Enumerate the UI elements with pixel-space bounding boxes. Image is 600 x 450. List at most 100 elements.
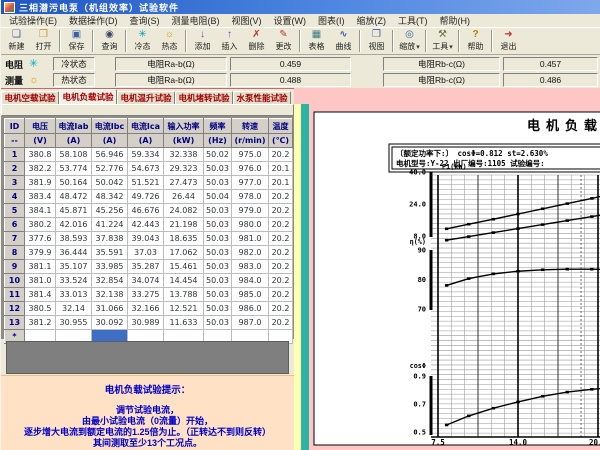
toolbar-button-modify-pencil[interactable]: ✎更改 (270, 29, 297, 54)
table-cell[interactable]: 11.633 (164, 316, 204, 330)
menu-item-3[interactable]: 查询(S) (124, 14, 166, 27)
tab-1[interactable]: 电机空载试验 (1, 91, 59, 105)
table-cell[interactable]: 976.0 (232, 162, 269, 176)
table-cell[interactable]: 12.521 (164, 302, 204, 316)
menu-item-2[interactable]: 数据操作(D) (63, 14, 124, 27)
table-cell[interactable]: 50.164 (56, 176, 92, 190)
table-cell[interactable]: 33.985 (92, 260, 128, 274)
table-cell[interactable]: 27.473 (164, 176, 204, 190)
toolbar-button-tools-hammer[interactable]: ⚒工具▾ (429, 29, 456, 54)
toolbar-button-view-window[interactable]: ❐视图 (363, 29, 390, 54)
toolbar-button-save-disk[interactable]: ▣保存 (63, 29, 90, 54)
table-cell[interactable]: 381.0 (25, 274, 56, 288)
table-cell[interactable]: 20.2 (269, 288, 293, 302)
table-cell[interactable]: 24.082 (164, 204, 204, 218)
table-cell[interactable]: 17.062 (164, 246, 204, 260)
table-cell[interactable]: 20.2 (269, 218, 293, 232)
table-cell[interactable]: 45.871 (56, 204, 92, 218)
table-cell[interactable]: 984.0 (232, 274, 269, 288)
dropdown-arrow-icon[interactable]: ▾ (416, 43, 420, 51)
table-cell[interactable]: 32.166 (128, 302, 164, 316)
table-cell[interactable]: 381.4 (25, 288, 56, 302)
table-cell[interactable]: 987.0 (232, 316, 269, 330)
table-cell[interactable]: 979.0 (232, 204, 269, 218)
table-cell[interactable]: 985.0 (232, 288, 269, 302)
toolbar-button-search[interactable]: ◉查询 (96, 29, 123, 54)
table-cell[interactable]: 59.334 (128, 148, 164, 162)
table-cell[interactable]: 46.676 (128, 204, 164, 218)
table-cell[interactable]: 50.03 (204, 302, 232, 316)
table-cell[interactable]: 50.03 (204, 274, 232, 288)
table-cell[interactable]: 377.6 (25, 232, 56, 246)
toolbar-button-add-arrow-down[interactable]: ↓添加 (189, 29, 216, 54)
table-cell[interactable]: 381.9 (25, 176, 56, 190)
table-cell[interactable]: 54.673 (128, 162, 164, 176)
table-cell[interactable]: 384.1 (25, 204, 56, 218)
table-cell[interactable]: 50.03 (204, 162, 232, 176)
table-cell[interactable]: 33.524 (56, 274, 92, 288)
table-cell[interactable]: 20.1 (269, 176, 293, 190)
table-cell[interactable]: 37.03 (128, 246, 164, 260)
table-cell[interactable]: 58.108 (56, 148, 92, 162)
table-cell[interactable]: 380.8 (25, 148, 56, 162)
toolbar-button-table-grid[interactable]: ▦表格 (303, 29, 330, 54)
table-cell[interactable]: 32.338 (164, 148, 204, 162)
table-cell[interactable]: 50.03 (204, 204, 232, 218)
table-cell[interactable]: 381.1 (25, 260, 56, 274)
table-cell[interactable]: 29.323 (164, 162, 204, 176)
menu-item-8[interactable]: 缩放(Z) (351, 14, 393, 27)
table-cell[interactable]: 21.198 (164, 218, 204, 232)
table-cell[interactable]: 381.2 (25, 316, 56, 330)
table-cell[interactable]: 50.03 (204, 218, 232, 232)
menu-item-5[interactable]: 视图(V) (226, 14, 268, 27)
toolbar-button-open-folder[interactable]: ❒打开 (30, 29, 57, 54)
table-cell[interactable]: 37.838 (92, 232, 128, 246)
toolbar-button-exit-arrow[interactable]: ➜退出 (495, 29, 522, 54)
menu-item-9[interactable]: 工具(T) (392, 14, 434, 27)
table-cell[interactable]: 382.2 (25, 162, 56, 176)
table-cell[interactable]: 35.107 (56, 260, 92, 274)
table-cell[interactable]: 50.042 (92, 176, 128, 190)
menu-item-10[interactable]: 帮助(H) (434, 14, 477, 27)
toolbar-button-zoom-magnifier[interactable]: ◎缩放▾ (396, 29, 423, 54)
table-cell[interactable]: 983.0 (232, 260, 269, 274)
toolbar-button-insert-arrow-up[interactable]: ↑插入 (216, 29, 243, 54)
table-cell[interactable]: 50.03 (204, 288, 232, 302)
table-cell[interactable]: 39.043 (128, 232, 164, 246)
table-cell[interactable]: 20.2 (269, 302, 293, 316)
table-cell[interactable]: 30.092 (92, 316, 128, 330)
table-cell[interactable]: 42.016 (56, 218, 92, 232)
tab-4[interactable]: 电机堵转试验 (175, 91, 233, 105)
table-cell[interactable]: 20.2 (269, 204, 293, 218)
toolbar-button-curve-chart[interactable]: ∿曲线 (330, 29, 357, 54)
table-cell[interactable]: 50.03 (204, 232, 232, 246)
table-cell[interactable]: 48.342 (92, 190, 128, 204)
table-cell[interactable]: 51.521 (128, 176, 164, 190)
table-cell[interactable]: 986.0 (232, 302, 269, 316)
table-cell[interactable]: 50.04 (204, 190, 232, 204)
table-cell[interactable]: 52.776 (92, 162, 128, 176)
table-cell[interactable]: 20.2 (269, 190, 293, 204)
table-cell[interactable]: 20.2 (269, 274, 293, 288)
table-cell[interactable]: 35.287 (128, 260, 164, 274)
table-cell[interactable]: 34.074 (128, 274, 164, 288)
menu-item-4[interactable]: 测量电阻(B) (166, 14, 226, 27)
table-cell[interactable]: 35.591 (92, 246, 128, 260)
table-cell[interactable]: 20.2 (269, 316, 293, 330)
table-cell[interactable]: 20.1 (269, 162, 293, 176)
table-cell[interactable]: 380.5 (25, 302, 56, 316)
table-cell[interactable]: 32.14 (56, 302, 92, 316)
toolbar-button-help-question[interactable]: ?帮助 (462, 29, 489, 54)
tab-3[interactable]: 电机温升试验 (117, 91, 175, 105)
table-cell[interactable]: 20.2 (269, 148, 293, 162)
table-cell[interactable]: 49.726 (128, 190, 164, 204)
table-cell[interactable]: 26.44 (164, 190, 204, 204)
table-cell[interactable]: 41.224 (92, 218, 128, 232)
table-cell[interactable]: 45.256 (92, 204, 128, 218)
tab-5[interactable]: 水泵性能试验 (233, 91, 291, 105)
table-cell[interactable]: 980.0 (232, 218, 269, 232)
table-cell[interactable]: 33.013 (56, 288, 92, 302)
table-cell[interactable]: 15.461 (164, 260, 204, 274)
table-cell[interactable]: 53.774 (56, 162, 92, 176)
table-cell[interactable]: 50.03 (204, 316, 232, 330)
